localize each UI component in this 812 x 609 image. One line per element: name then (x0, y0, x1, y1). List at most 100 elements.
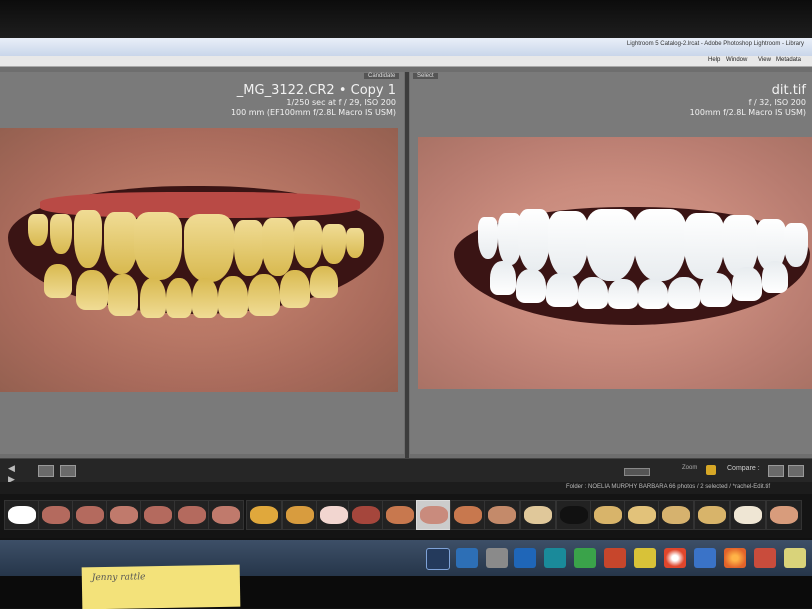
tooth (608, 279, 638, 309)
monitor-bezel-top (0, 0, 812, 38)
tooth (134, 212, 182, 280)
loupe-view-icon[interactable] (60, 465, 76, 477)
tooth (310, 266, 338, 298)
chrome-icon[interactable] (664, 548, 686, 568)
lock-icon[interactable] (706, 465, 716, 475)
tooth (166, 278, 192, 318)
zoom-slider-icon[interactable] (624, 468, 650, 476)
filmstrip-thumbnail[interactable] (316, 500, 352, 530)
tooth (546, 273, 578, 307)
explorer-icon[interactable] (456, 548, 478, 568)
tooth (44, 264, 72, 298)
select-lens: 100mm f/2.8L Macro IS USM) (689, 108, 806, 117)
tooth (548, 211, 588, 277)
sticky-note-text: Jenny rattle (91, 572, 146, 584)
menu-view[interactable]: View (758, 57, 771, 63)
filmstrip-thumbnail[interactable] (282, 500, 318, 530)
filmstrip-thumbnail[interactable] (382, 500, 418, 530)
filmstrip-thumbnail[interactable] (174, 500, 210, 530)
menu-metadata[interactable]: Metadata (776, 57, 801, 63)
filmstrip-thumbnail[interactable] (450, 500, 486, 530)
filmstrip-thumbnail[interactable] (246, 500, 282, 530)
compare-view-icon[interactable] (768, 465, 784, 477)
folder-icon[interactable] (634, 548, 656, 568)
filmstrip-thumbnail[interactable] (348, 500, 384, 530)
tooth (490, 261, 516, 295)
tooth (234, 220, 264, 276)
tooth (322, 224, 346, 264)
lightroom-icon[interactable] (426, 548, 450, 570)
tooth (586, 209, 636, 281)
menu-help[interactable]: Help (708, 57, 720, 63)
firefox-icon[interactable] (724, 548, 746, 568)
tooth (346, 228, 364, 258)
filmstrip-source-info: Folder : NOELIA MURPHY BARBARA 66 photos… (566, 484, 770, 490)
filmstrip-thumbnail[interactable] (766, 500, 802, 530)
candidate-lens: 100 mm (EF100mm f/2.8L Macro IS USM) (230, 108, 396, 117)
outlook-icon[interactable] (694, 548, 716, 568)
filmstrip-thumbnail-selected[interactable] (416, 500, 452, 530)
tooth (732, 267, 762, 301)
filmstrip (0, 494, 812, 538)
sticky-note: Jenny rattle (81, 564, 241, 609)
tooth (638, 279, 668, 309)
filmstrip-thumbnail[interactable] (694, 500, 730, 530)
tooth (784, 223, 808, 267)
app-icon[interactable] (754, 548, 776, 568)
app-icon[interactable] (544, 548, 566, 568)
filmstrip-thumbnail[interactable] (208, 500, 244, 530)
candidate-info: _MG_3122.CR2 • Copy 1 1/250 sec at f / 2… (0, 83, 396, 118)
tooth (634, 209, 686, 281)
app-icon[interactable] (784, 548, 806, 568)
filmstrip-thumbnail[interactable] (72, 500, 108, 530)
tooth (668, 277, 700, 309)
tooth (50, 214, 72, 254)
app-icon[interactable] (604, 548, 626, 568)
app-icon[interactable] (574, 548, 596, 568)
survey-view-icon[interactable] (788, 465, 804, 477)
select-tag: Select (413, 73, 438, 79)
compare-label: Compare : (727, 465, 760, 472)
filmstrip-thumbnail[interactable] (624, 500, 660, 530)
filmstrip-thumbnail[interactable] (106, 500, 142, 530)
filmstrip-thumbnail[interactable] (140, 500, 176, 530)
filmstrip-thumbnail[interactable] (556, 500, 592, 530)
tooth (280, 270, 310, 308)
before-teeth-photo (0, 128, 398, 392)
tooth (578, 277, 608, 309)
tooth (184, 214, 234, 282)
tooth (294, 220, 322, 268)
app-icon[interactable] (486, 548, 508, 568)
tooth (192, 278, 218, 318)
tooth (218, 276, 248, 318)
after-teeth-photo (418, 137, 812, 389)
filmstrip-thumbnail[interactable] (38, 500, 74, 530)
zoom-label: Zoom (682, 465, 698, 471)
candidate-tag: Candidate (364, 73, 400, 79)
candidate-filename: _MG_3122.CR2 • Copy 1 (236, 83, 396, 98)
tooth (74, 210, 102, 268)
filmstrip-thumbnail[interactable] (590, 500, 626, 530)
candidate-exposure: 1/250 sec at f / 29, ISO 200 (286, 98, 396, 107)
tooth (518, 209, 550, 271)
filmstrip-thumbnail[interactable] (730, 500, 766, 530)
filmstrip-thumbnail[interactable] (520, 500, 556, 530)
tooth (140, 278, 166, 318)
window-titlebar: Lightroom 5 Catalog-2.lrcat - Adobe Phot… (0, 38, 812, 57)
tooth (108, 274, 138, 316)
menu-bar: Help Window View Metadata (0, 56, 812, 67)
app-icon[interactable] (514, 548, 536, 568)
filmstrip-thumbnail[interactable] (4, 500, 40, 530)
filmstrip-thumbnail[interactable] (484, 500, 520, 530)
filmstrip-thumbnail[interactable] (658, 500, 694, 530)
grid-view-icon[interactable] (38, 465, 54, 477)
tooth (516, 269, 546, 303)
tooth (262, 218, 294, 276)
window-title: Lightroom 5 Catalog-2.lrcat - Adobe Phot… (626, 41, 804, 47)
select-info: dit.tif f / 32, ISO 200 100mm f/2.8L Mac… (600, 83, 806, 118)
select-filename: dit.tif (771, 83, 806, 98)
tooth (478, 217, 498, 259)
arrow-nav-icon[interactable]: ◀ ▶ (8, 463, 22, 484)
filmstrip-header: Folder : NOELIA MURPHY BARBARA 66 photos… (0, 482, 812, 494)
menu-window[interactable]: Window (726, 57, 747, 63)
